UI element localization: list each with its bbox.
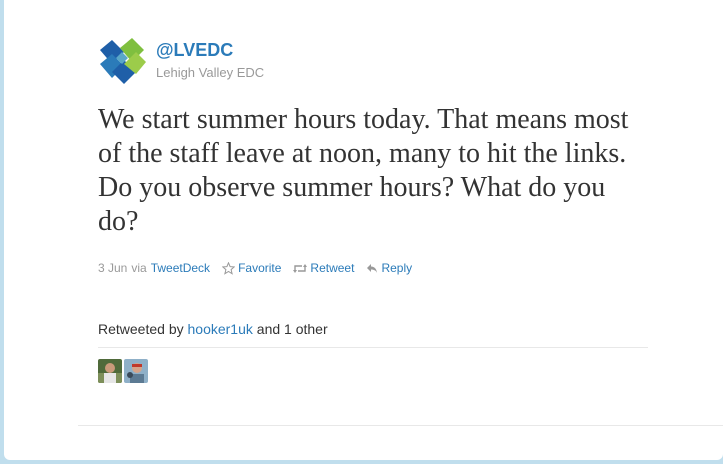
retweeted-prefix: Retweeted by	[98, 321, 184, 337]
divider	[78, 425, 723, 426]
reply-button[interactable]: Reply	[366, 261, 412, 275]
source-link[interactable]: TweetDeck	[151, 261, 210, 275]
retweeter-avatar[interactable]	[98, 359, 122, 383]
retweeted-by: Retweeted by hooker1uk and 1 other	[98, 321, 328, 337]
retweet-button[interactable]: Retweet	[293, 261, 354, 275]
reply-icon	[367, 263, 378, 273]
favorite-label: Favorite	[238, 261, 282, 275]
full-name: Lehigh Valley EDC	[156, 65, 265, 80]
star-icon	[222, 261, 236, 275]
tweet-meta: 3 Jun via TweetDeck Favorite Retweet Rep…	[98, 261, 412, 275]
retweeter-link[interactable]: hooker1uk	[188, 321, 253, 337]
tweet-card: @LVEDC Lehigh Valley EDC We start summer…	[4, 0, 723, 460]
tweet-date[interactable]: 3 Jun	[98, 261, 127, 275]
screen-name-link[interactable]: @LVEDC	[156, 40, 233, 61]
retweet-label: Retweet	[310, 261, 355, 275]
tweet-text: We start summer hours today. That means …	[98, 104, 629, 237]
retweet-icon	[293, 263, 308, 273]
favorite-button[interactable]: Favorite	[222, 261, 281, 275]
retweeter-avatar[interactable]	[124, 359, 148, 383]
lvedc-logo-icon[interactable]	[98, 38, 146, 86]
reply-label: Reply	[381, 261, 413, 275]
retweeter-avatars	[98, 359, 148, 383]
via-label: via	[131, 261, 147, 275]
retweeted-suffix: and 1 other	[256, 321, 328, 337]
divider	[98, 347, 648, 348]
